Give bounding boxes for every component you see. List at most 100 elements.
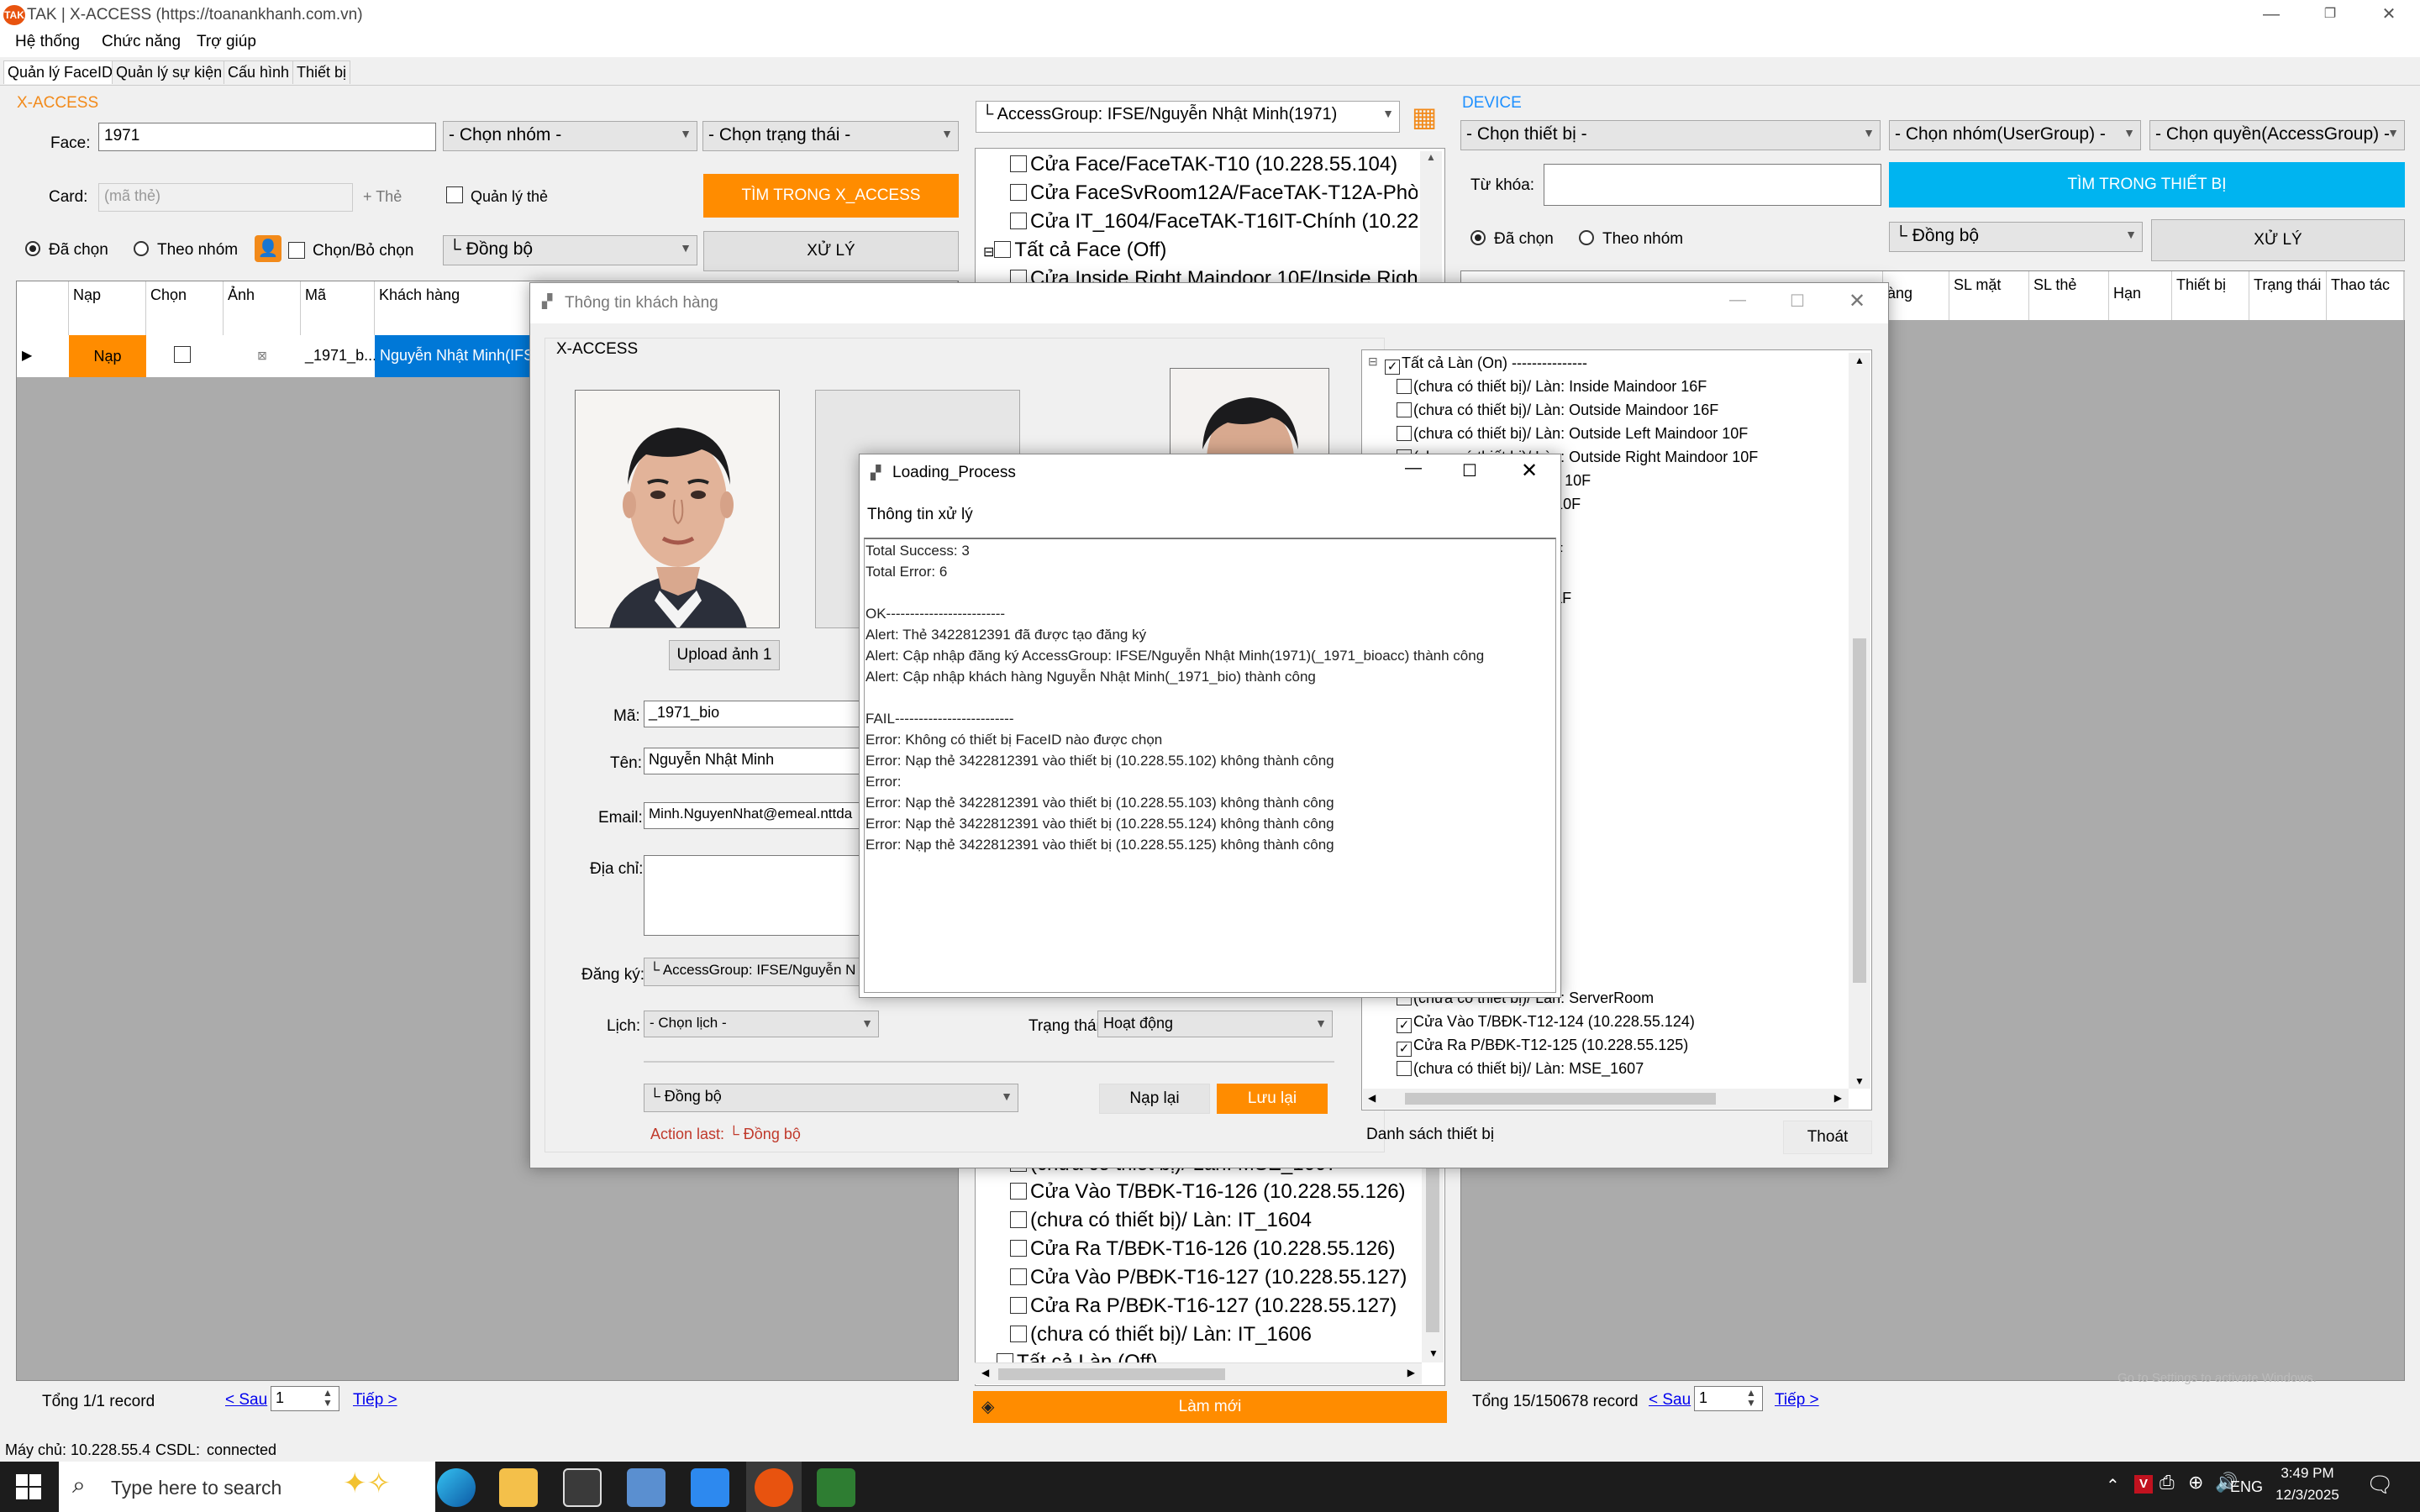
- xaccess-next-link[interactable]: Tiếp >: [353, 1391, 397, 1410]
- tab-quan-ly-faceid[interactable]: Quản lý FaceID: [3, 60, 118, 84]
- tree-item[interactable]: Cửa FaceSvRoom12A/FaceTAK-T12A-Phòng: [1010, 181, 1418, 205]
- terminal-icon[interactable]: [563, 1468, 602, 1507]
- app-icon[interactable]: [691, 1468, 729, 1507]
- device-tree-checkbox[interactable]: [1397, 1061, 1412, 1076]
- tree-item[interactable]: (chưa có thiết bị)/ Làn: IT_1604: [1010, 1209, 1312, 1232]
- exit-button[interactable]: Thoát: [1783, 1121, 1872, 1154]
- add-user-icon[interactable]: 👤: [255, 235, 281, 262]
- minimize-icon[interactable]: —: [2242, 0, 2301, 30]
- vertical-scrollbar[interactable]: ▼: [1422, 1156, 1444, 1362]
- vpn-icon[interactable]: V: [2134, 1475, 2153, 1494]
- close-icon[interactable]: ✕: [2360, 0, 2418, 30]
- save-button[interactable]: Lưu lại: [1217, 1084, 1328, 1114]
- row-checkbox[interactable]: [174, 346, 191, 363]
- keyword-input[interactable]: [1544, 164, 1881, 206]
- menu-he-thong[interactable]: Hệ thống: [15, 33, 80, 51]
- device-tree-checkbox[interactable]: ✓: [1385, 360, 1400, 375]
- tree-item[interactable]: Cửa Ra T/BĐK-T16-126 (10.228.55.126): [1010, 1237, 1396, 1261]
- dialog-sync-select[interactable]: └ Đồng bộ ▼: [644, 1084, 1018, 1112]
- device-radio-by-group[interactable]: [1579, 230, 1594, 245]
- horizontal-scrollbar[interactable]: ◀ ▶: [975, 1362, 1422, 1384]
- dangky-select[interactable]: └ AccessGroup: IFSE/Nguyễn N: [644, 958, 864, 986]
- chevron-up-icon[interactable]: ⌃: [2106, 1475, 2120, 1496]
- loading-log[interactable]: Total Success: 3 Total Error: 6 OK--------…: [864, 538, 1556, 993]
- search-xaccess-button[interactable]: TÌM TRONG X_ACCESS: [703, 174, 959, 218]
- search-device-button[interactable]: TÌM TRONG THIẾT BỊ: [1889, 162, 2405, 207]
- col-sl-the[interactable]: SL thẻ: [2029, 271, 2109, 320]
- collapse-icon[interactable]: ⊟: [983, 245, 994, 260]
- tree-item[interactable]: Cửa Vào P/BĐK-T16-127 (10.228.55.127): [1010, 1266, 1407, 1289]
- device-tree-item[interactable]: ✓ Cửa Vào T/BĐK-T12-124 (10.228.55.124): [1397, 1013, 1845, 1033]
- device-select[interactable]: - Chọn thiết bị - ▼: [1460, 120, 1881, 150]
- col-sl-mat[interactable]: SL mặt: [1949, 271, 2029, 320]
- collapse-icon[interactable]: ⊟: [1368, 354, 1378, 369]
- device-sync-select[interactable]: └ Đồng bộ ▼: [1889, 222, 2143, 252]
- device-tree-item[interactable]: ✓ Tất cả Làn (On) ---------------: [1385, 354, 1845, 375]
- device-tree-hscroll[interactable]: ◀ ▶: [1363, 1089, 1849, 1109]
- group-select[interactable]: - Chọn nhóm - ▼: [443, 121, 697, 151]
- minimize-icon[interactable]: —: [1405, 459, 1422, 478]
- menu-tro-giup[interactable]: Trợ giúp: [197, 33, 256, 51]
- device-tree-item[interactable]: (chưa có thiết bị)/ Làn: Inside Maindoor…: [1397, 378, 1845, 396]
- face-input[interactable]: 1971: [98, 123, 436, 151]
- notification-icon[interactable]: 🗨: [2366, 1472, 2394, 1498]
- app-icon[interactable]: [817, 1468, 855, 1507]
- device-tree-checkbox[interactable]: [1397, 426, 1412, 441]
- windows-start-icon[interactable]: [15, 1473, 42, 1500]
- ma-input[interactable]: _1971_bio: [644, 701, 864, 727]
- trangthai-select[interactable]: Hoạt động ▼: [1097, 1011, 1333, 1037]
- device-tree-item[interactable]: ✓ Cửa Ra P/BĐK-T12-125 (10.228.55.125): [1397, 1037, 1845, 1057]
- card-input[interactable]: (mã thẻ): [98, 183, 353, 212]
- printer-icon[interactable]: ⎙: [2160, 1472, 2175, 1494]
- col-trang-thai[interactable]: Trạng thái: [2249, 271, 2327, 320]
- device-tree-item[interactable]: (chưa có thiết bị)/ Làn: Outside Left Ma…: [1397, 425, 1845, 443]
- add-card-link[interactable]: + Thẻ: [363, 188, 402, 206]
- email-input[interactable]: Minh.NguyenNhat@emeal.nttda: [644, 802, 864, 829]
- tree-item[interactable]: Cửa Vào T/BĐK-T16-126 (10.228.55.126): [1010, 1180, 1406, 1204]
- col-anh[interactable]: Ảnh: [224, 281, 301, 335]
- col-ma[interactable]: Mã: [301, 281, 375, 335]
- manage-card-checkbox[interactable]: [446, 186, 463, 203]
- tab-quan-ly-su-kien[interactable]: Quản lý sự kiện: [112, 60, 227, 84]
- row-nap-button[interactable]: Nạp: [69, 335, 146, 377]
- col-chon[interactable]: Chọn: [146, 281, 224, 335]
- device-tree-item[interactable]: (chưa có thiết bị)/ Làn: Outside Maindoo…: [1397, 402, 1845, 419]
- col-thiet-bi[interactable]: Thiết bị: [2172, 271, 2249, 320]
- tree-scrollbar[interactable]: ▲: [1420, 151, 1442, 294]
- lich-select[interactable]: - Chọn lịch - ▼: [644, 1011, 879, 1037]
- radio-by-group[interactable]: [134, 241, 149, 256]
- accessgroup-select[interactable]: - Chọn quyền(AccessGroup) - ▼: [2149, 120, 2405, 150]
- app-icon[interactable]: [627, 1468, 666, 1507]
- tak-app-icon[interactable]: [755, 1468, 793, 1507]
- clock-date[interactable]: 12/3/2025: [2269, 1487, 2346, 1504]
- ten-input[interactable]: Nguyễn Nhật Minh: [644, 748, 864, 774]
- radio-selected[interactable]: [25, 241, 40, 256]
- tree-item[interactable]: Cửa Face/FaceTAK-T10 (10.228.55.104): [1010, 153, 1418, 176]
- tree-item[interactable]: (chưa có thiết bị)/ Làn: IT_1606: [1010, 1323, 1312, 1347]
- usergroup-select[interactable]: - Chọn nhóm(UserGroup) - ▼: [1889, 120, 2141, 150]
- device-tree-checkbox[interactable]: ✓: [1397, 1042, 1412, 1057]
- close-icon[interactable]: ✕: [1521, 459, 1538, 483]
- status-select[interactable]: - Chọn trạng thái - ▼: [702, 121, 959, 151]
- process-button[interactable]: XỬ LÝ: [703, 231, 959, 271]
- device-tree-checkbox[interactable]: [1397, 379, 1412, 394]
- maximize-icon[interactable]: ☐: [1462, 460, 1477, 481]
- edge-icon[interactable]: [437, 1468, 476, 1507]
- col-han[interactable]: Hạn: [2109, 271, 2172, 320]
- maximize-icon[interactable]: ❐: [2301, 0, 2360, 30]
- minimize-icon[interactable]: —: [1729, 291, 1746, 310]
- sync-select[interactable]: └ Đồng bộ ▼: [443, 235, 697, 265]
- globe-icon[interactable]: ⊕: [2188, 1472, 2203, 1494]
- xaccess-prev-link[interactable]: < Sau: [225, 1391, 267, 1410]
- page-spinner-icon[interactable]: ▲ ▼: [1746, 1388, 1756, 1408]
- device-process-button[interactable]: XỬ LÝ: [2151, 219, 2405, 261]
- select-toggle-checkbox[interactable]: [288, 242, 305, 259]
- device-next-link[interactable]: Tiếp >: [1775, 1391, 1819, 1410]
- tab-cau-hinh[interactable]: Cấu hình: [224, 60, 294, 84]
- language-indicator[interactable]: ENG: [2230, 1478, 2263, 1496]
- tree-item[interactable]: Cửa IT_1604/FaceTAK-T16IT-Chính (10.228.…: [1010, 210, 1418, 234]
- col-nap[interactable]: Nạp: [69, 281, 146, 335]
- maximize-icon[interactable]: ☐: [1790, 291, 1805, 312]
- tree-group[interactable]: ⊟ Tất cả Face (Off): [983, 239, 1416, 262]
- close-icon[interactable]: ✕: [1849, 289, 1865, 313]
